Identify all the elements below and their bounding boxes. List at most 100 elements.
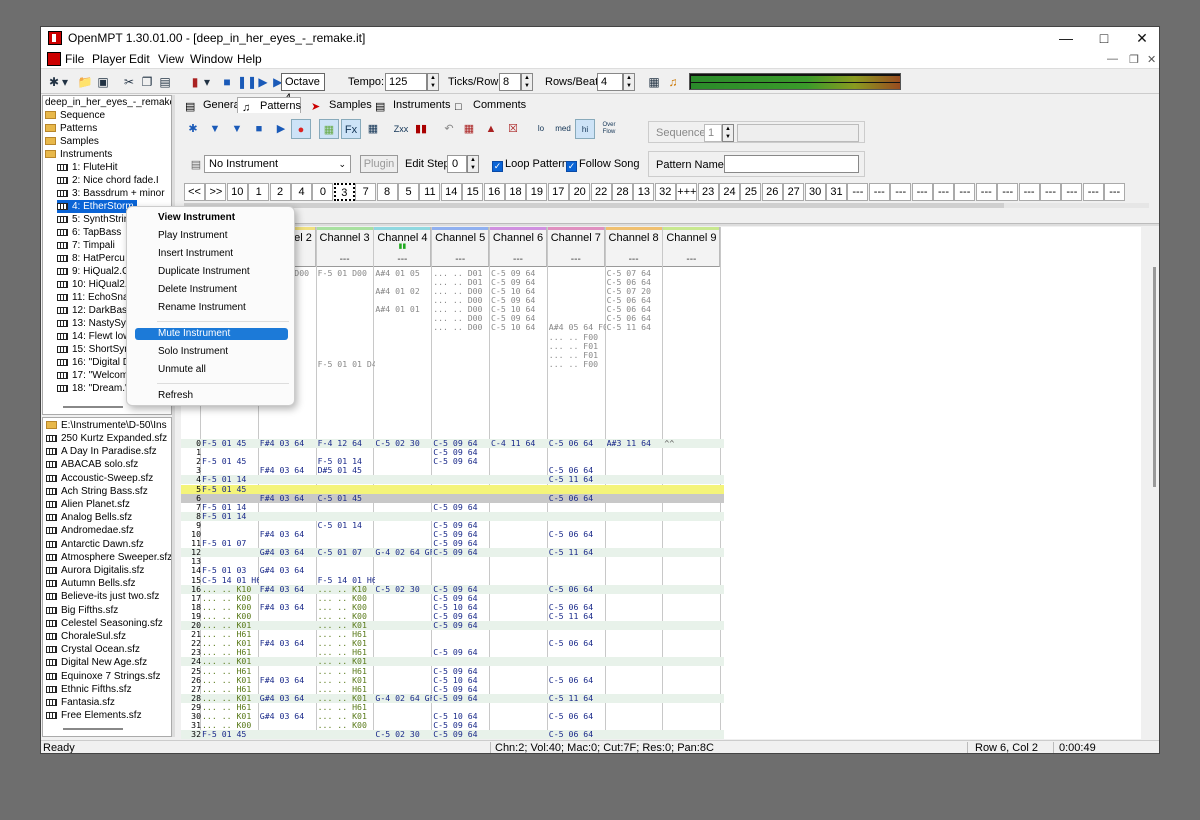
menu-duplicate-instrument[interactable]: Duplicate Instrument (135, 266, 288, 278)
menu-delete-instrument[interactable]: Delete Instrument (135, 284, 288, 296)
pattern-cell[interactable]: C-5 02 30 (375, 439, 432, 448)
expand-icon[interactable]: ▲ (481, 119, 501, 139)
pattern-cell[interactable]: C-5 06 64 (607, 305, 664, 314)
tab-comments[interactable]: □ Comments (451, 97, 526, 113)
channel-header[interactable]: Channel 6 --- (490, 227, 547, 267)
vu-toggle-icon[interactable]: ▦ (319, 119, 339, 139)
order-item[interactable]: 11 (419, 183, 441, 201)
rows-input[interactable]: 4 (597, 73, 623, 91)
pattern-cell[interactable]: F#4 03 64 (260, 494, 317, 503)
order-item[interactable]: 25 (740, 183, 762, 201)
play-from-start-icon[interactable]: ▼ (205, 119, 225, 139)
tree-instrument-item[interactable]: 16: "Digital D (57, 356, 133, 369)
pattern-cell[interactable]: F-5 01 14 (202, 512, 259, 521)
pattern-cell[interactable]: F-5 14 01 H61 (318, 576, 375, 585)
library-file-item[interactable]: Digital New Age.sfz (46, 656, 147, 669)
calculator-icon[interactable]: ▦ (646, 74, 662, 90)
pattern-cell[interactable]: ... .. K10 (318, 585, 375, 594)
pattern-cell[interactable]: C-5 09 64 (433, 439, 490, 448)
pattern-cell[interactable]: A#4 01 02 (375, 287, 432, 296)
pattern-cell[interactable]: ... .. D01 (433, 269, 490, 278)
tree-instrument-item[interactable]: 18: "Dream." (57, 382, 132, 395)
lo-button[interactable]: lo (531, 119, 551, 139)
play-pattern-icon[interactable]: ▶ (255, 74, 271, 90)
pattern-cell[interactable]: ... .. K01 (202, 657, 259, 666)
pattern-cell[interactable]: C-5 09 64 (433, 721, 490, 730)
pattern-cell[interactable]: C-5 07 64 (607, 269, 664, 278)
order-item[interactable]: 1 (248, 183, 270, 201)
order-item[interactable]: 30 (804, 183, 826, 201)
edit-step-input[interactable]: 0 (447, 155, 467, 173)
pattern-cell[interactable]: ... .. K00 (202, 612, 259, 621)
pattern-cell[interactable]: ... .. K01 (202, 694, 259, 703)
tree-instrument-item[interactable]: 10: HiQual2. (57, 278, 131, 291)
pattern-cell[interactable]: ... .. K01 (202, 621, 259, 630)
channel-manager-icon[interactable]: ▮▮ (411, 119, 431, 139)
grid-icon[interactable]: ▦ (363, 119, 383, 139)
pattern-cell[interactable]: ... .. H61 (318, 630, 375, 639)
library-file-item[interactable]: Analog Bells.sfz (46, 511, 132, 524)
tab-samples[interactable]: ➤ Samples (307, 97, 372, 113)
overflow-button[interactable]: Over Flow (599, 119, 619, 139)
pattern-cell[interactable]: F#4 03 64 (260, 639, 317, 648)
mdi-close-icon[interactable]: ✕ (1147, 53, 1156, 66)
pattern-cell[interactable]: C-5 10 64 (491, 287, 548, 296)
order-item[interactable]: 17 (547, 183, 569, 201)
pattern-editor[interactable]: Channel 1---Channel 2---Channel 3---Chan… (181, 227, 1141, 739)
order-item[interactable]: --- (911, 183, 933, 201)
pattern-cell[interactable]: ... .. H61 (202, 685, 259, 694)
pattern-cell[interactable]: C-5 09 64 (491, 269, 548, 278)
stop-icon[interactable]: ■ (219, 74, 235, 90)
order-item[interactable]: --- (954, 183, 976, 201)
pattern-cell[interactable]: ... .. K00 (202, 603, 259, 612)
pattern-cell[interactable]: C-5 02 30 (375, 730, 432, 739)
pattern-cell[interactable]: F-5 01 45 (202, 457, 259, 466)
pattern-cell[interactable]: C-5 10 64 (491, 305, 548, 314)
pattern-cell[interactable]: C-5 09 64 (433, 694, 490, 703)
menu-insert-instrument[interactable]: Insert Instrument (135, 248, 288, 260)
menu-mute-instrument[interactable]: Mute Instrument (135, 328, 288, 340)
order-item[interactable]: 18 (505, 183, 526, 201)
order-item[interactable]: 31 (826, 183, 847, 201)
midi-dropdown-icon[interactable]: ▾ (203, 74, 211, 90)
pattern-cell[interactable]: G#4 03 64 (260, 548, 317, 557)
order-item[interactable]: --- (1104, 183, 1126, 201)
pattern-cell[interactable]: A#4 01 01 (375, 305, 432, 314)
pattern-cell[interactable]: C-5 06 64 (607, 296, 664, 305)
pattern-cell[interactable]: C-5 11 64 (549, 548, 606, 557)
tree-folder-instruments[interactable]: Instruments (45, 148, 112, 161)
pattern-cell[interactable]: C-5 09 64 (433, 667, 490, 676)
library-file-item[interactable]: Accoustic-Sweep.sfz (46, 472, 153, 485)
octave-select[interactable]: Octave 4 (281, 73, 325, 104)
pattern-cell[interactable]: ... .. H61 (202, 667, 259, 676)
pattern-cell[interactable]: ... .. K01 (318, 657, 375, 666)
menu-view[interactable]: View (158, 52, 184, 66)
undo-icon[interactable]: ↶ (439, 119, 459, 139)
pattern-scrollbar[interactable] (1153, 267, 1156, 487)
pattern-cell[interactable]: C-5 09 64 (433, 548, 490, 557)
play-row-icon[interactable]: ▼ (227, 119, 247, 139)
loop-pattern-checkbox[interactable]: ✓ Loop Pattern (492, 158, 568, 172)
channel-header[interactable]: Channel 4 ▮▮ --- (374, 227, 432, 267)
follow-song-checkbox[interactable]: ✓ Follow Song (566, 158, 640, 172)
pattern-cell[interactable]: C-5 06 64 (549, 585, 606, 594)
tree-instrument-item[interactable]: 13: NastySyn (57, 317, 134, 330)
zxx-icon[interactable]: Zxx (391, 119, 411, 139)
pattern-cell[interactable]: G-4 02 64 GFF (375, 548, 432, 557)
med-button[interactable]: med (553, 119, 573, 139)
sequence-name-field[interactable] (737, 124, 859, 142)
pattern-cell[interactable]: C-5 09 64 (491, 278, 548, 287)
stop-pattern-icon[interactable]: ■ (249, 119, 269, 139)
save-icon[interactable]: ▣ (95, 74, 111, 90)
pattern-cell[interactable]: ... .. K01 (318, 712, 375, 721)
pattern-properties-icon[interactable]: ▦ (459, 119, 479, 139)
pattern-cell[interactable]: ... .. K00 (318, 594, 375, 603)
edit-step-spinner[interactable]: ▲ ▼ (467, 155, 479, 173)
library-file-item[interactable]: Fantasia.sfz (46, 696, 115, 709)
tree-root[interactable]: deep_in_her_eyes_-_remake (45, 96, 171, 109)
metronome-icon[interactable]: ♫ (665, 74, 681, 90)
midi-record-icon[interactable]: ▮ (187, 74, 203, 90)
horizontal-splitter[interactable] (175, 223, 1159, 226)
pattern-cell[interactable]: C-5 02 30 (375, 585, 432, 594)
rows-spinner[interactable]: ▲ ▼ (623, 73, 635, 91)
